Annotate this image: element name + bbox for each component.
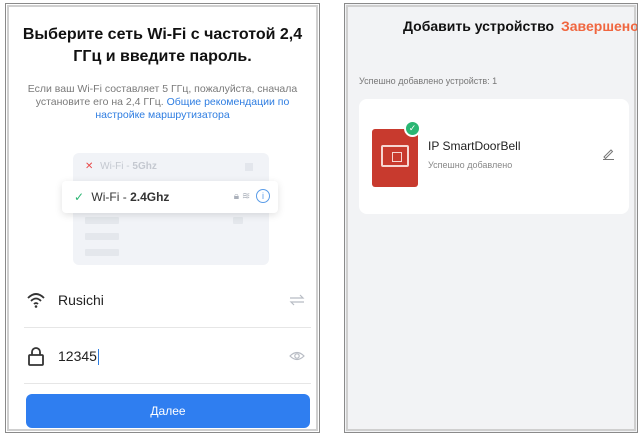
placeholder-bar — [233, 217, 243, 224]
password-field[interactable]: 12345 — [24, 330, 311, 384]
info-icon: i — [256, 189, 270, 204]
illustration-row-2ghz-prefix: Wi-Fi - — [91, 190, 127, 204]
placeholder-bar — [85, 217, 119, 224]
lock-icon — [28, 347, 44, 366]
illustration-row-5ghz: ✕ Wi-Fi - 5Ghz — [85, 159, 257, 175]
check-icon: ✓ — [74, 190, 85, 204]
done-button[interactable]: Завершено — [561, 18, 637, 34]
device-card[interactable]: ✓ IP SmartDoorBell Успешно добавлено — [359, 99, 629, 214]
add-device-screen: Добавить устройство Завершено Успешно до… — [344, 3, 638, 433]
page-title: Добавить устройство — [403, 18, 555, 34]
placeholder-square — [245, 163, 253, 171]
pencil-icon[interactable] — [601, 146, 615, 160]
wifi-small-icon: ≋ — [241, 191, 251, 202]
device-status: Успешно добавлено — [428, 160, 513, 170]
device-name: IP SmartDoorBell — [428, 139, 521, 153]
network-status-icons: 🔒︎ ≋ i — [234, 181, 270, 213]
text-cursor — [97, 349, 99, 366]
wifi-setup-screen: Выберите сеть Wi-Fi с частотой 2,4 ГГц и… — [5, 3, 320, 433]
added-count: Успешно добавлено устройств: 1 — [359, 76, 498, 86]
swap-arrows-icon[interactable] — [289, 293, 305, 307]
next-button[interactable]: Далее — [26, 394, 310, 428]
doorbell-screen — [381, 145, 409, 167]
lock-small-icon: 🔒︎ — [233, 191, 240, 202]
wifi-icon — [27, 293, 45, 308]
doorbell-device-image — [372, 129, 418, 187]
eye-icon[interactable] — [289, 349, 305, 363]
password-value[interactable]: 12345 — [58, 348, 99, 366]
illustration-row-2ghz-band: 2.4Ghz — [130, 190, 170, 204]
ssid-field[interactable]: Rusichi — [24, 274, 311, 328]
page-title: Выберите сеть Wi-Fi с частотой 2,4 ГГц и… — [22, 26, 303, 65]
header: Добавить устройство Завершено — [345, 4, 637, 64]
placeholder-bar — [85, 233, 119, 240]
placeholder-bar — [85, 249, 119, 256]
cross-icon: ✕ — [85, 161, 94, 172]
ssid-value[interactable]: Rusichi — [58, 292, 104, 308]
password-text: 12345 — [58, 348, 97, 364]
illustration-row-5ghz-prefix: Wi-Fi - — [100, 161, 130, 172]
success-check-icon: ✓ — [404, 120, 421, 137]
description: Если ваш Wi-Fi составляет 5 ГГц, пожалуй… — [20, 83, 305, 122]
illustration-row-2ghz: ✓ Wi-Fi - 2.4Ghz 🔒︎ ≋ i — [62, 181, 278, 213]
illustration-row-5ghz-band: 5Ghz — [132, 161, 157, 172]
